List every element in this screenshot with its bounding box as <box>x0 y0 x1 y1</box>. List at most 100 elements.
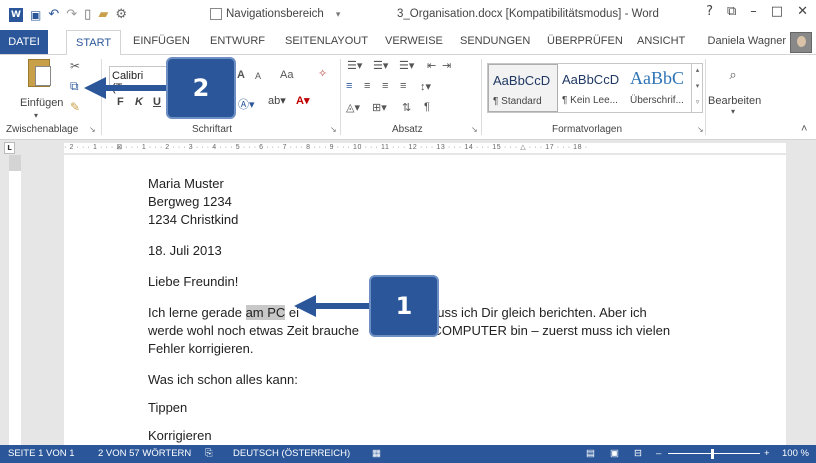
proofing-icon[interactable]: ⎘ <box>205 445 213 463</box>
multilevel-list-icon[interactable]: ☰▾ <box>399 59 414 72</box>
callout-badge-1: 1 <box>369 275 439 337</box>
tab-verweise[interactable]: VERWEISE <box>385 35 443 47</box>
open-folder-icon[interactable]: ▰ <box>98 6 108 24</box>
word-count[interactable]: 2 VON 57 WÖRTERN <box>98 445 191 463</box>
dialog-launcher-icon[interactable]: ↘ <box>697 125 704 134</box>
status-bar: SEITE 1 VON 1 2 VON 57 WÖRTERN ⎘ DEUTSCH… <box>0 445 816 463</box>
new-document-icon[interactable]: ▯ <box>84 6 91 24</box>
tab-seitenlayout[interactable]: SEITENLAYOUT <box>285 35 368 47</box>
tab-selector[interactable]: L <box>4 142 15 154</box>
zoom-in-button[interactable]: + <box>764 445 770 463</box>
callout-arrow-1 <box>294 295 376 317</box>
selected-text[interactable]: am PC <box>245 305 286 320</box>
shrink-font-button[interactable]: A <box>255 71 261 81</box>
help-button[interactable]: ? <box>706 4 713 19</box>
web-layout-icon[interactable]: ⊟ <box>634 445 642 463</box>
font-color-icon[interactable]: A▾ <box>296 94 309 107</box>
text-run: as muss ich Dir gleich berichten. Aber i… <box>409 305 647 320</box>
justify-icon[interactable]: ≡ <box>400 80 406 92</box>
sort-icon[interactable]: ⇅ <box>402 101 411 114</box>
tab-sendungen[interactable]: SENDUNGEN <box>460 35 530 47</box>
line-spacing-icon[interactable]: ↕▾ <box>420 80 431 93</box>
clipboard-icon[interactable] <box>28 59 51 87</box>
increase-indent-icon[interactable]: ⇥ <box>442 59 451 72</box>
tab-entwurf[interactable]: ENTWURF <box>210 35 265 47</box>
title-bar: W ▣ ↶ ↷ ▯ ▰ ⚙ Navigationsbereich ▾ 3_Org… <box>0 0 816 30</box>
pilcrow-icon[interactable]: ¶ <box>424 101 430 113</box>
more-styles-icon[interactable]: ▿ <box>692 95 703 111</box>
paste-button[interactable]: Einfügen <box>20 97 63 109</box>
chevron-down-icon: ▾ <box>730 107 735 116</box>
qat-dropdown-icon[interactable]: ▾ <box>336 9 341 20</box>
macro-icon[interactable]: ▦ <box>372 445 381 463</box>
editing-button[interactable]: ⌕ Bearbeiten ▾ <box>708 67 761 116</box>
format-painter-icon[interactable]: ✎ <box>70 100 80 114</box>
style-heading[interactable]: AaBbC Überschrif... <box>626 64 696 112</box>
undo-icon[interactable]: ↶ <box>48 6 59 24</box>
tab-einfuegen[interactable]: EINFÜGEN <box>133 35 190 47</box>
text-effects-icon[interactable]: Ⓐ▾ <box>238 96 255 112</box>
user-name[interactable]: Daniela Wagner <box>708 35 786 47</box>
style-standard[interactable]: AaBbCcD ¶ Standard <box>488 64 558 112</box>
style-sample: AaBbCcD <box>562 72 620 87</box>
bullets-icon[interactable]: ☰▾ <box>347 59 362 72</box>
zoom-out-button[interactable]: – <box>656 445 661 463</box>
scissors-icon[interactable]: ✂ <box>70 59 80 73</box>
tab-start[interactable]: START <box>66 30 122 55</box>
zoom-slider-thumb[interactable] <box>711 449 714 459</box>
close-button[interactable]: ✕ <box>797 4 808 19</box>
tab-ansicht[interactable]: ANSICHT <box>637 35 685 47</box>
page-count[interactable]: SEITE 1 VON 1 <box>8 445 75 463</box>
borders-icon[interactable]: ⊞▾ <box>372 101 387 114</box>
maximize-button[interactable]: □ <box>771 4 783 19</box>
list-item: Tippen <box>148 400 188 415</box>
language-indicator[interactable]: DEUTSCH (ÖSTERREICH) <box>233 445 350 463</box>
read-mode-icon[interactable]: ▤ <box>586 445 595 463</box>
checkbox-icon[interactable] <box>210 8 222 20</box>
avatar[interactable] <box>790 32 812 53</box>
collapse-ribbon-icon[interactable]: ˄ <box>801 123 807 135</box>
paragraph-line: Fehler korrigieren. <box>148 341 254 356</box>
chevron-down-icon[interactable]: ▾ <box>692 79 703 95</box>
callout-arrow-2 <box>84 77 178 99</box>
redo-icon[interactable]: ↷ <box>66 6 77 24</box>
navigation-pane-label: Navigationsbereich <box>226 8 324 20</box>
navigation-pane-toggle[interactable]: Navigationsbereich ▾ <box>210 8 340 20</box>
zoom-slider-track[interactable] <box>668 453 760 454</box>
tab-ueberpruefen[interactable]: ÜBERPRÜFEN <box>547 35 623 47</box>
numbering-icon[interactable]: ☰▾ <box>373 59 388 72</box>
customize-icon[interactable]: ⚙ <box>115 6 127 24</box>
decrease-indent-icon[interactable]: ⇤ <box>427 59 436 72</box>
word-app-icon[interactable]: W <box>9 8 23 22</box>
align-left-icon[interactable]: ≡ <box>346 80 352 92</box>
horizontal-ruler[interactable]: · 2 · · · 1 · · · ⊠ · · · 1 · · · 2 · · … <box>64 143 786 153</box>
zoom-level[interactable]: 100 % <box>782 445 809 463</box>
chevron-down-icon[interactable]: ▾ <box>34 111 38 120</box>
group-divider <box>340 59 341 135</box>
grow-font-button[interactable]: A <box>237 69 245 81</box>
group-label-paragraph: Absatz <box>392 124 423 135</box>
minimize-button[interactable]: – <box>750 4 757 19</box>
text-run: m COMPUTER bin – zuerst muss ich vielen <box>418 323 671 338</box>
dialog-launcher-icon[interactable]: ↘ <box>89 125 96 134</box>
gallery-scrollbar[interactable]: ▴ ▾ ▿ <box>691 63 703 113</box>
vertical-ruler[interactable] <box>9 155 21 445</box>
style-sample: AaBbC <box>630 68 684 88</box>
chevron-up-icon[interactable]: ▴ <box>692 63 703 79</box>
shading-icon[interactable]: ◬▾ <box>346 101 360 114</box>
tab-datei[interactable]: DATEI <box>0 30 48 54</box>
list-item: Korrigieren <box>148 428 212 443</box>
style-no-spacing[interactable]: AaBbCcD ¶ Kein Lee... <box>558 64 628 112</box>
save-icon[interactable]: ▣ <box>30 6 41 24</box>
align-right-icon[interactable]: ≡ <box>382 80 388 92</box>
align-center-icon[interactable]: ≡ <box>364 80 370 92</box>
print-layout-icon[interactable]: ▣ <box>610 445 619 463</box>
highlight-color-icon[interactable]: ab▾ <box>268 94 286 107</box>
copy-icon[interactable]: ⧉ <box>70 79 79 94</box>
ribbon-display-button[interactable]: ⧉ <box>727 4 736 19</box>
text-run: werde wohl noch etwas Zeit brauche <box>148 323 360 338</box>
change-case-button[interactable]: Aa <box>280 69 293 81</box>
dialog-launcher-icon[interactable]: ↘ <box>471 125 478 134</box>
clear-format-icon[interactable]: ✧ <box>318 67 327 80</box>
dialog-launcher-icon[interactable]: ↘ <box>330 125 337 134</box>
